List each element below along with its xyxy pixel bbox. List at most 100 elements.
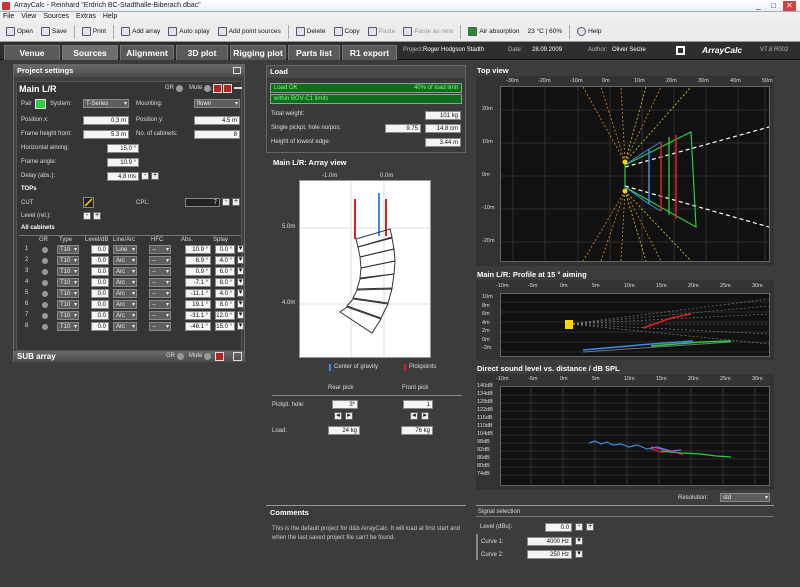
cabinet-type-select[interactable]: T10: [57, 322, 79, 331]
splay-stepper-button[interactable]: ▾: [237, 289, 244, 297]
splay-field[interactable]: 4.0 °: [215, 289, 235, 298]
rear-right-arrow-button[interactable]: ▸: [345, 412, 353, 420]
tab-parts-list[interactable]: Parts list: [288, 45, 340, 60]
add-point-sources-button[interactable]: Add point sources: [215, 25, 284, 39]
splay-stepper-button[interactable]: ▾: [237, 300, 244, 308]
level-dbu-increment-button[interactable]: +: [586, 523, 594, 531]
table-row[interactable]: 8 T10 0.0 Arc -- -46.1 ° 15.0 °▾: [19, 322, 244, 332]
cabinet-type-select[interactable]: T10: [57, 300, 79, 309]
air-absorption-toggle[interactable]: Air absorption: [465, 25, 522, 39]
frame-angle-field[interactable]: 10.9 °: [107, 158, 139, 167]
level-dbu-decrement-button[interactable]: -: [575, 523, 583, 531]
sub-array-header[interactable]: SUB array GR Mute: [14, 351, 244, 362]
collapse-icon[interactable]: [233, 67, 241, 74]
menu-extras[interactable]: Extras: [76, 12, 96, 22]
line-arc-select[interactable]: Arc: [113, 300, 137, 309]
mute-toggle-icon[interactable]: [204, 85, 211, 92]
gr-dot-icon[interactable]: [42, 280, 48, 286]
tab-r1-export[interactable]: R1 export: [342, 45, 397, 60]
gr-dot-icon[interactable]: [42, 247, 48, 253]
line-arc-select[interactable]: Arc: [113, 289, 137, 298]
cabinet-type-select[interactable]: T10: [57, 311, 79, 320]
edit-icon[interactable]: [213, 84, 222, 93]
sub-gr-toggle-icon[interactable]: [177, 353, 184, 360]
splay-field[interactable]: 6.0 °: [215, 267, 235, 276]
gr-dot-icon[interactable]: [42, 313, 48, 319]
line-arc-select[interactable]: Arc: [113, 322, 137, 331]
gr-toggle-icon[interactable]: [176, 85, 183, 92]
comments-text[interactable]: This is the default project for d&b Arra…: [272, 525, 462, 543]
cabinet-level-field[interactable]: 0.0: [91, 300, 109, 309]
cabinet-type-select[interactable]: T10: [57, 256, 79, 265]
menu-view[interactable]: View: [21, 12, 36, 22]
system-select[interactable]: T-Series: [83, 99, 129, 108]
aiming-field[interactable]: 15.0 °: [107, 144, 139, 153]
gr-dot-icon[interactable]: [42, 269, 48, 275]
source-left-icon[interactable]: [622, 159, 628, 165]
table-row[interactable]: 3 T10 0.0 Arc -- 0.9 ° 6.0 °▾: [19, 267, 244, 277]
splay-stepper-button[interactable]: ▾: [237, 322, 244, 330]
paste-button[interactable]: Paste: [365, 25, 399, 39]
delay-decrement-button[interactable]: -: [141, 172, 149, 180]
cabinets-field[interactable]: 8: [194, 130, 240, 139]
maximize-button[interactable]: □: [767, 1, 780, 11]
delay-field[interactable]: 4.8 ms: [107, 172, 139, 181]
table-row[interactable]: 2 T10 0.0 Arc -- 6.9 ° 4.0 °▾: [19, 256, 244, 266]
table-row[interactable]: 4 T10 0.0 Arc -- -7.1 ° 8.0 °▾: [19, 278, 244, 288]
position-y-field[interactable]: 4.5 m: [194, 116, 240, 125]
splay-stepper-button[interactable]: ▾: [237, 267, 244, 275]
hfc-select[interactable]: --: [149, 311, 171, 320]
front-left-arrow-button[interactable]: ◂: [410, 412, 418, 420]
source-right-icon[interactable]: [622, 188, 628, 194]
delete-button[interactable]: Delete: [293, 25, 329, 39]
curve2-stepper-button[interactable]: ▾: [575, 550, 583, 558]
sub-edit-icon[interactable]: [215, 352, 224, 361]
auto-splay-button[interactable]: Auto splay: [165, 25, 212, 39]
table-row[interactable]: 7 T10 0.0 Arc -- -31.1 ° 12.0 °▾: [19, 311, 244, 321]
print-button[interactable]: Print: [79, 25, 109, 39]
splay-stepper-button[interactable]: ▾: [237, 278, 244, 286]
resolution-select[interactable]: std: [720, 493, 770, 502]
curve2-field[interactable]: 250 Hz: [527, 550, 572, 559]
front-right-arrow-button[interactable]: ▸: [421, 412, 429, 420]
rear-hole-field[interactable]: 3*: [332, 400, 358, 409]
hfc-select[interactable]: --: [149, 289, 171, 298]
minimize-section-icon[interactable]: [234, 87, 242, 89]
close-button[interactable]: ✕: [783, 1, 796, 11]
cabinet-type-select[interactable]: T10: [57, 267, 79, 276]
hfc-select[interactable]: --: [149, 300, 171, 309]
tab-alignment[interactable]: Alignment: [120, 45, 174, 60]
table-row[interactable]: 5 T10 0.0 Arc -- -11.1 ° 4.0 °▾: [19, 289, 244, 299]
cabinet-type-select[interactable]: T10: [57, 289, 79, 298]
level-increment-button[interactable]: +: [93, 212, 101, 220]
gr-dot-icon[interactable]: [42, 291, 48, 297]
tab-3d-plot[interactable]: 3D plot: [176, 45, 228, 60]
front-hole-field[interactable]: 1: [403, 400, 433, 409]
frame-height-field[interactable]: 5.3 m: [83, 130, 129, 139]
cabinet-level-field[interactable]: 0.0: [91, 322, 109, 331]
splay-stepper-button[interactable]: ▾: [237, 256, 244, 264]
line-arc-select[interactable]: Arc: [113, 256, 137, 265]
cabinet-level-field[interactable]: 0.0: [91, 245, 109, 254]
add-array-button[interactable]: Add array: [118, 25, 163, 39]
hfc-select[interactable]: --: [149, 278, 171, 287]
save-button[interactable]: Save: [38, 25, 70, 39]
splay-field[interactable]: 8.0 °: [215, 278, 235, 287]
splay-field[interactable]: 12.0 °: [215, 311, 235, 320]
sub-collapse-icon[interactable]: [233, 352, 242, 361]
cabinet-level-field[interactable]: 0.0: [91, 311, 109, 320]
paste-as-new-button[interactable]: Paste as new: [400, 25, 456, 39]
splay-field[interactable]: 15.0 °: [215, 322, 235, 331]
help-button[interactable]: Help: [574, 25, 604, 39]
cabinet-level-field[interactable]: 0.0: [91, 289, 109, 298]
level-dbu-field[interactable]: 0.0: [545, 523, 572, 532]
cpl-field[interactable]: 7: [185, 198, 220, 207]
splay-stepper-button[interactable]: ▾: [237, 311, 244, 319]
cpl-increment-button[interactable]: +: [232, 198, 240, 206]
hfc-select[interactable]: --: [149, 267, 171, 276]
hfc-select[interactable]: --: [149, 322, 171, 331]
cpl-decrement-button[interactable]: -: [222, 198, 230, 206]
line-arc-select[interactable]: Arc: [113, 267, 137, 276]
splay-field[interactable]: 4.0 °: [215, 256, 235, 265]
mounting-select[interactable]: flown: [194, 99, 240, 108]
